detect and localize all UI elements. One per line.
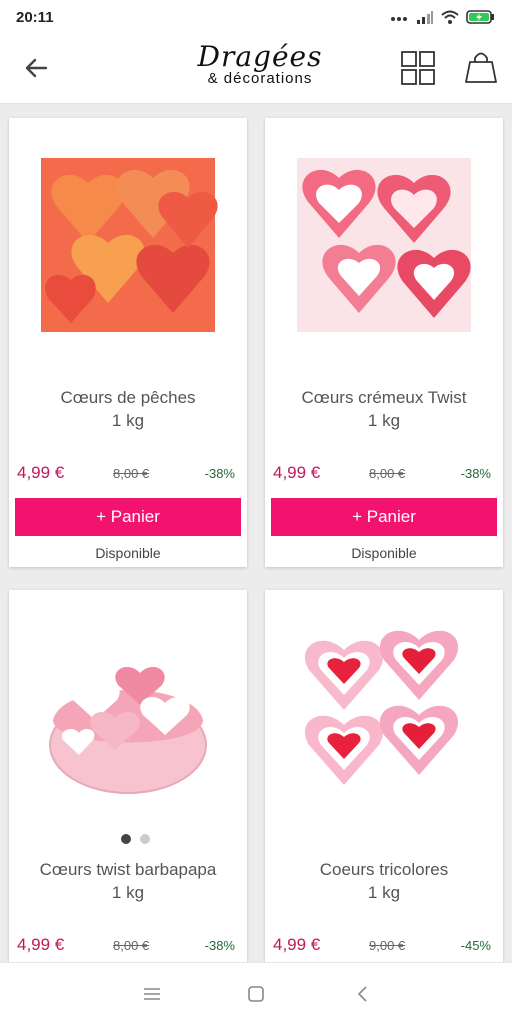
product-name: Cœurs crémeux Twist: [301, 388, 467, 407]
logo-subtitle: & décorations: [207, 70, 313, 87]
product-price: 4,99 €: [273, 935, 321, 954]
cell-signal-icon: [417, 11, 433, 24]
peach-hearts-image: [41, 158, 218, 332]
product-grid[interactable]: Cœurs de pêches 1 kg 4,99 € 8,00 € -38% …: [0, 104, 512, 962]
wifi-icon: [441, 10, 459, 24]
product-name: Coeurs tricolores: [319, 860, 449, 879]
carousel-dot[interactable]: [140, 834, 150, 844]
product-card[interactable]: Coeurs tricolores 1 kg 4,99 € 9,00 € -45…: [265, 590, 503, 962]
product-name: Cœurs twist barbapapa: [39, 860, 217, 879]
product-quantity: 1 kg: [367, 883, 401, 902]
product-card[interactable]: Cœurs de pêches 1 kg 4,99 € 8,00 € -38% …: [9, 118, 247, 567]
add-to-cart-button[interactable]: + Panier: [15, 498, 241, 536]
product-quantity: 1 kg: [111, 883, 145, 902]
app-header: Dragées & décorations: [0, 34, 512, 104]
old-price: 8,00 €: [369, 466, 406, 481]
brand-logo[interactable]: Dragées & décorations: [190, 40, 330, 96]
grid-view-button[interactable]: [400, 50, 436, 86]
back-button[interactable]: [20, 54, 54, 82]
product-card[interactable]: Cœurs twist barbapapa 1 kg 4,99 € 8,00 €…: [9, 590, 247, 962]
product-price: 4,99 €: [17, 935, 65, 954]
old-price: 9,00 €: [369, 938, 406, 953]
old-price: 8,00 €: [113, 466, 150, 481]
home-square-icon: [248, 986, 264, 1002]
availability-status: Disponible: [95, 545, 161, 561]
signal-dots-icon: [391, 17, 407, 21]
status-icons: [390, 9, 496, 25]
product-name: Cœurs de pêches: [60, 388, 196, 407]
carousel-dot-active[interactable]: [121, 834, 131, 844]
status-time: 20:11: [16, 8, 54, 26]
shopping-bag-icon: [465, 52, 497, 83]
discount-badge: -45%: [460, 938, 491, 953]
twist-hearts-image: [297, 158, 471, 332]
arrow-left-icon: [25, 58, 48, 78]
discount-badge: -38%: [204, 466, 235, 481]
add-to-cart-button[interactable]: + Panier: [271, 498, 497, 536]
status-bar: 20:11: [0, 0, 512, 34]
product-price: 4,99 €: [17, 463, 65, 482]
battery-charging-icon: [466, 10, 494, 24]
availability-status: Disponible: [351, 545, 417, 561]
product-quantity: 1 kg: [111, 411, 145, 430]
image-carousel-dots[interactable]: [121, 834, 161, 846]
product-price: 4,99 €: [273, 463, 321, 482]
product-quantity: 1 kg: [367, 411, 401, 430]
logo-title: Dragées: [197, 40, 323, 73]
cart-button[interactable]: [462, 48, 500, 86]
home-button[interactable]: [245, 983, 267, 1005]
barbapapa-bowl-image: [49, 666, 207, 794]
old-price: 8,00 €: [113, 938, 150, 953]
menu-button[interactable]: [141, 983, 163, 1005]
tricolor-hearts-image: [304, 630, 459, 785]
menu-icon: [144, 988, 160, 1000]
grid-view-icon: [401, 51, 435, 85]
product-card[interactable]: Cœurs crémeux Twist 1 kg 4,99 € 8,00 € -…: [265, 118, 503, 567]
system-back-button[interactable]: [352, 983, 374, 1005]
discount-badge: -38%: [460, 466, 491, 481]
system-nav-bar: [0, 962, 512, 1024]
back-chevron-icon: [357, 986, 367, 1002]
discount-badge: -38%: [204, 938, 235, 953]
